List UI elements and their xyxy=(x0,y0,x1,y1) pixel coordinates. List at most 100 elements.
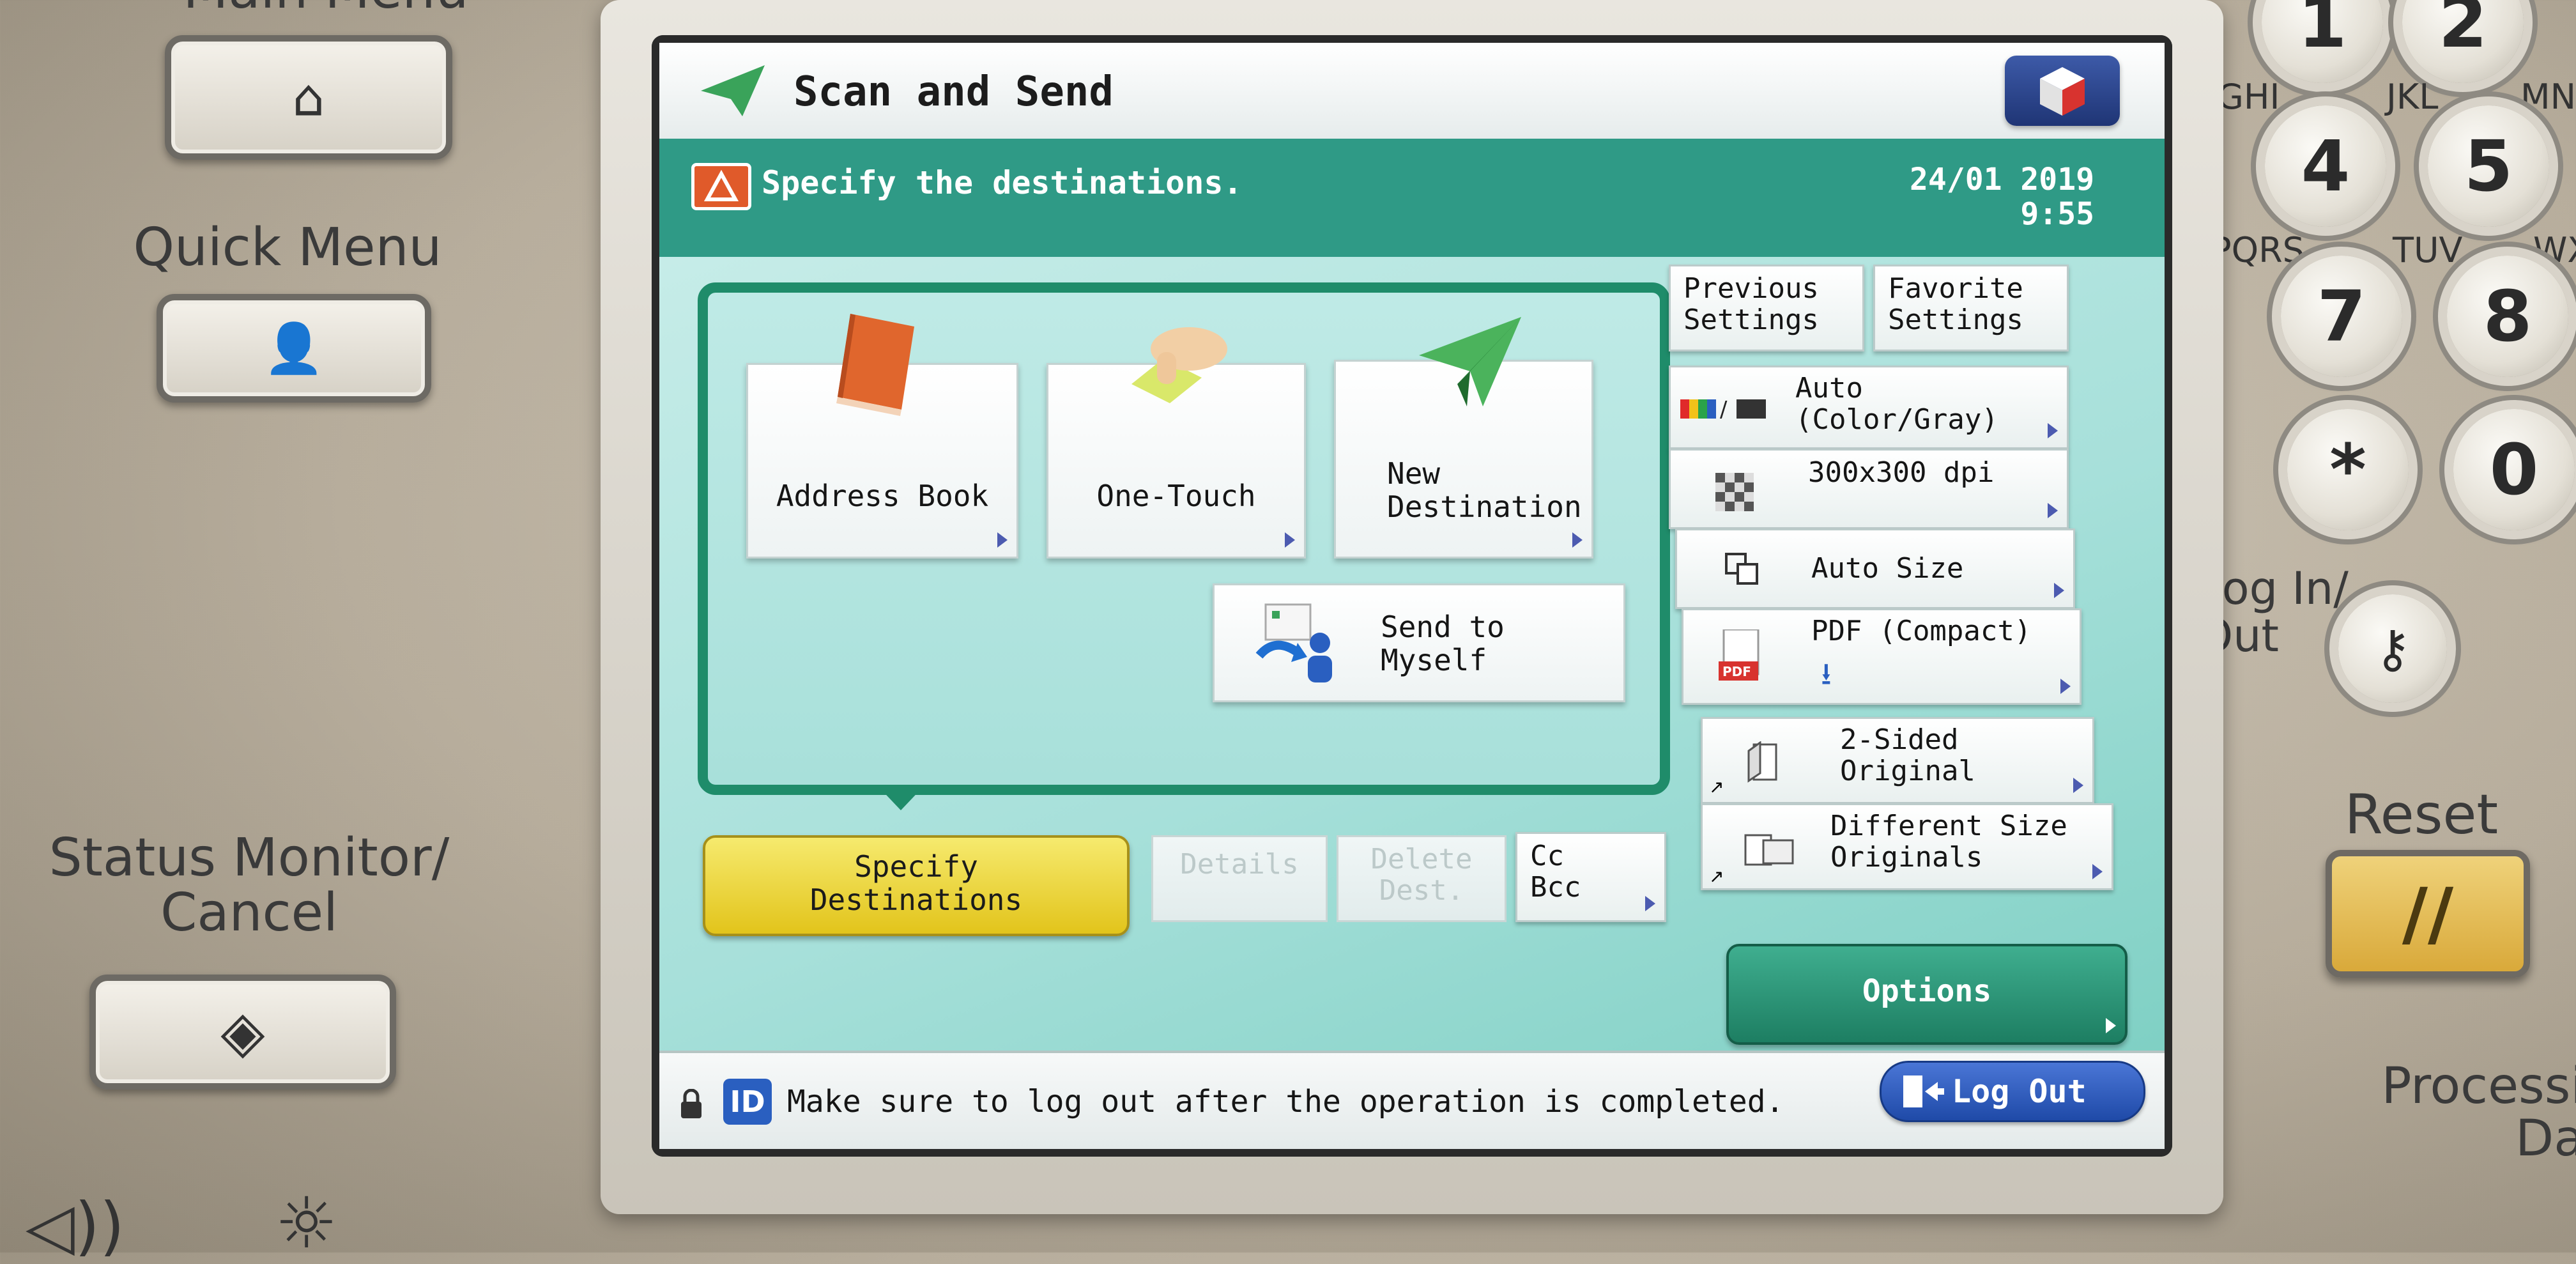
color-mode-button[interactable]: / Auto (Color/Gray) xyxy=(1669,366,2069,449)
keypad-letters-tuv: TUV xyxy=(2393,230,2463,270)
keypad-1[interactable]: 1 xyxy=(2262,0,2383,83)
previous-settings-button[interactable]: Previous Settings xyxy=(1669,265,1864,351)
send-to-myself-label: Send to Myself xyxy=(1381,610,1505,677)
chevron-right-icon xyxy=(2048,503,2058,518)
status-monitor-label: Status Monitor/ Cancel xyxy=(49,828,450,944)
pdf-file-icon: PDF xyxy=(1719,629,1759,681)
lock-icon xyxy=(681,1089,702,1118)
address-book-icon xyxy=(836,314,914,416)
page-title: Scan and Send xyxy=(793,68,1114,116)
keypad-4[interactable]: 4 xyxy=(2265,105,2386,227)
two-sided-original-button[interactable]: ↗ 2-Sided Original xyxy=(1701,717,2094,804)
new-destination-button[interactable]: New Destination xyxy=(1334,317,1593,559)
new-destination-icon xyxy=(1419,317,1521,406)
chevron-right-icon xyxy=(2073,778,2083,793)
logout-label: Log Out xyxy=(1952,1073,2087,1110)
two-sided-original-label: 2-Sided Original xyxy=(1840,723,1975,788)
details-label: Details xyxy=(1180,848,1299,881)
keypad-5[interactable]: 5 xyxy=(2428,105,2549,227)
paper-plane-icon xyxy=(701,65,765,116)
chevron-right-icon xyxy=(2060,679,2071,694)
status-bar: ID Make sure to log out after the operat… xyxy=(659,1051,2165,1149)
warning-icon xyxy=(691,163,751,210)
panel-pointer xyxy=(877,785,925,810)
download-arrow-icon: ⭳ xyxy=(1821,656,1832,692)
quick-menu-button[interactable]: 👤 xyxy=(157,294,431,403)
main-content: Address Book One-Touch New Destination S… xyxy=(659,257,2165,1053)
chevron-right-icon xyxy=(2048,423,2058,438)
id-badge-icon: ID xyxy=(723,1079,772,1125)
specify-destinations-button[interactable]: Specify Destinations xyxy=(703,835,1130,936)
quick-menu-label: Quick Menu xyxy=(133,217,442,278)
touch-screen: Scan and Send Specify the destinations. … xyxy=(652,35,2172,1157)
reset-button[interactable]: // xyxy=(2326,850,2530,978)
keypad-2[interactable]: 2 xyxy=(2402,0,2524,83)
main-menu-button[interactable]: ⌂ xyxy=(165,35,452,160)
key-icon: ⚷ xyxy=(2373,619,2412,679)
different-size-originals-label: Different Size Originals xyxy=(1830,810,2067,874)
cc-bcc-button[interactable]: Cc Bcc xyxy=(1515,832,1666,922)
scan-size-button[interactable]: Auto Size xyxy=(1675,528,2075,609)
favorite-settings-button[interactable]: Favorite Settings xyxy=(1873,265,2069,351)
file-format-label: PDF (Compact) xyxy=(1811,615,2032,647)
address-book-label: Address Book xyxy=(776,479,989,513)
chevron-right-icon xyxy=(1285,532,1295,548)
favorite-settings-label: Favorite Settings xyxy=(1888,272,2023,337)
login-out-button[interactable]: ⚷ xyxy=(2338,594,2447,703)
keypad-7[interactable]: 7 xyxy=(2281,256,2402,377)
reset-slash-icon: // xyxy=(2402,873,2454,955)
brightness-icon: ☼ xyxy=(275,1182,338,1264)
send-to-myself-button[interactable]: Send to Myself xyxy=(1213,583,1625,702)
chevron-right-icon xyxy=(2092,864,2103,879)
address-book-button[interactable]: Address Book xyxy=(746,314,1018,559)
svg-text:PDF: PDF xyxy=(1722,664,1751,679)
chevron-right-icon xyxy=(997,532,1008,548)
color-gray-icon: / xyxy=(1680,397,1766,422)
cube-icon xyxy=(2040,67,2085,116)
chevron-right-icon xyxy=(2106,1018,2116,1033)
chevron-right-icon xyxy=(1572,532,1583,548)
destination-panel: Address Book One-Touch New Destination S… xyxy=(698,282,1670,795)
person-icon: 👤 xyxy=(263,320,325,376)
scan-size-label: Auto Size xyxy=(1811,552,1964,585)
lcd-display: Scan and Send Specify the destinations. … xyxy=(659,43,2165,1149)
status-monitor-button[interactable]: ◈ xyxy=(89,975,396,1090)
send-to-myself-icon xyxy=(1255,603,1332,682)
keypad-letters-jkl: JKL xyxy=(2386,77,2439,117)
logout-button[interactable]: Log Out xyxy=(1880,1061,2145,1122)
volume-icon: ◁)) xyxy=(26,1189,125,1263)
logout-door-icon xyxy=(1903,1075,1944,1107)
options-button[interactable]: Options xyxy=(1726,944,2128,1045)
keypad-8[interactable]: 8 xyxy=(2447,256,2568,377)
reset-label: Reset xyxy=(2344,783,2499,847)
chevron-right-icon xyxy=(1645,896,1655,911)
one-touch-button[interactable]: One-Touch xyxy=(1046,327,1306,559)
different-size-icon xyxy=(1744,834,1794,866)
keypad-asterisk[interactable]: * xyxy=(2287,409,2409,530)
keypad-0[interactable]: 0 xyxy=(2453,409,2575,530)
specify-destinations-label: Specify Destinations xyxy=(809,849,1023,917)
delete-dest-button[interactable]: Delete Dest. xyxy=(1337,835,1506,922)
processing-data-label: Processi Da xyxy=(2381,1058,2576,1168)
one-touch-hand-icon xyxy=(1131,327,1227,403)
new-destination-label: New Destination xyxy=(1387,456,1582,524)
svg-text:/: / xyxy=(1720,397,1728,422)
keypad-letters-ghi: GHI xyxy=(2217,77,2280,117)
eye-icon: ◈ xyxy=(220,998,265,1066)
keypad-letters-pqrs: PQRS xyxy=(2211,230,2304,270)
delete-dest-label: Delete Dest. xyxy=(1370,843,1473,907)
status-message: Make sure to log out after the operation… xyxy=(787,1084,1784,1120)
time-text: 9:55 xyxy=(2020,196,2094,232)
home-button[interactable] xyxy=(2005,56,2120,126)
details-button[interactable]: Details xyxy=(1151,835,1328,922)
date-text: 24/01 2019 xyxy=(1910,162,2094,197)
resolution-button[interactable]: 300x300 dpi xyxy=(1669,449,2069,529)
different-size-originals-button[interactable]: ↗ Different Size Originals xyxy=(1701,803,2113,890)
message-bar: Specify the destinations. 24/01 2019 9:5… xyxy=(659,139,2165,257)
title-bar: Scan and Send xyxy=(659,43,2165,141)
file-format-button[interactable]: PDF PDF (Compact) ⭳ xyxy=(1682,608,2082,705)
color-mode-label: Auto (Color/Gray) xyxy=(1795,372,1998,436)
cc-bcc-label: Cc Bcc xyxy=(1530,840,1581,904)
keypad-letters-mn: MN xyxy=(2520,77,2576,117)
home-icon: ⌂ xyxy=(292,68,325,127)
